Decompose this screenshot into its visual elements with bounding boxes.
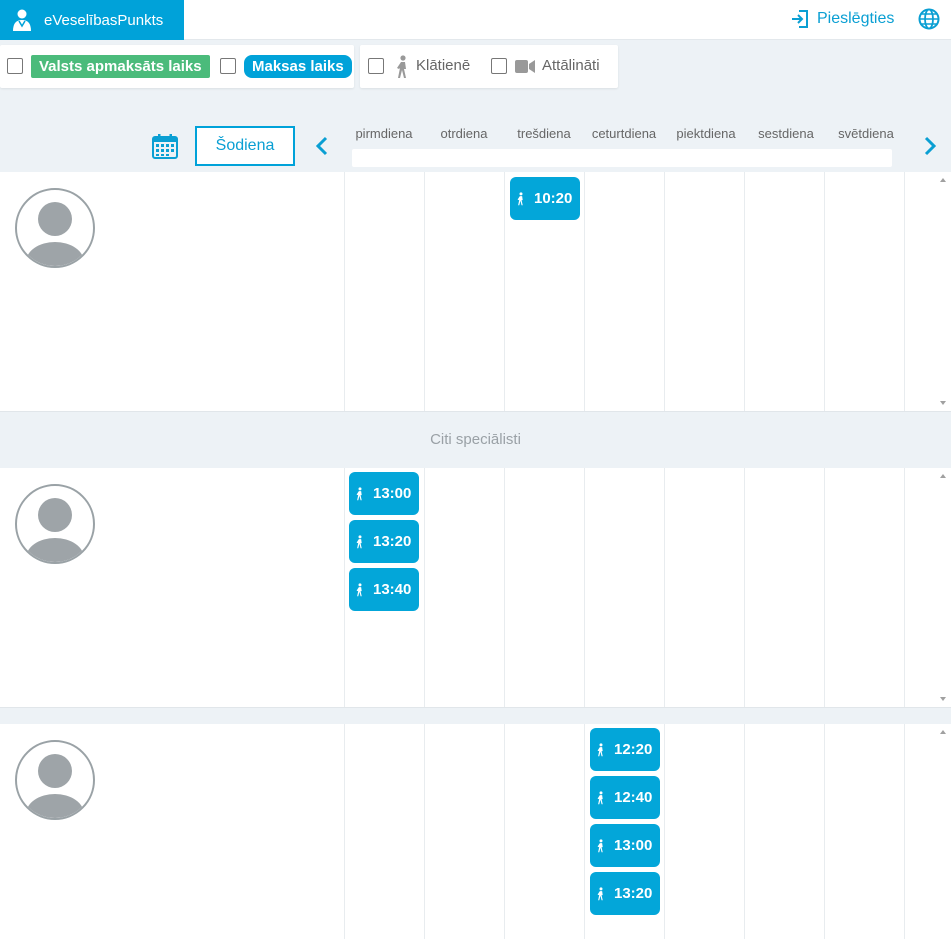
login-icon: [792, 10, 808, 28]
walking-person-icon: [597, 886, 603, 900]
scrollbar[interactable]: [936, 172, 951, 411]
chevron-right-icon[interactable]: [920, 135, 940, 157]
time-slot[interactable]: 13:00: [349, 472, 419, 515]
in-person-label[interactable]: Klātienē: [416, 56, 470, 76]
slot-time: 12:20: [614, 741, 653, 758]
doctor-panel: 10:20: [0, 172, 951, 412]
visit-type-filter-box: Klātienē Attālināti: [360, 45, 618, 88]
walking-person-icon: [517, 191, 523, 205]
day-header-sunday: svētdiena: [838, 126, 894, 141]
login-label: Pieslēgties: [817, 10, 895, 27]
video-camera-icon: [515, 60, 535, 73]
globe-icon[interactable]: [918, 8, 940, 30]
remote-checkbox[interactable]: [491, 58, 507, 74]
walking-person-icon: [597, 838, 603, 852]
paid-checkbox[interactable]: [220, 58, 236, 74]
day-header-friday: piektdiena: [676, 126, 736, 141]
slot-time: 10:20: [534, 190, 573, 207]
walking-person-icon: [356, 486, 362, 500]
brand-name: eVeselībasPunkts: [44, 11, 164, 29]
today-button[interactable]: Šodiena: [195, 126, 295, 166]
in-person-checkbox[interactable]: [368, 58, 384, 74]
day-header-tuesday: otrdiena: [440, 126, 488, 141]
login-link[interactable]: Pieslēgties: [791, 8, 894, 30]
walking-person-icon: [356, 582, 362, 596]
day-header-saturday: sestdiena: [758, 126, 814, 141]
brand-logo[interactable]: eVeselībasPunkts: [0, 0, 184, 40]
slot-time: 13:00: [614, 837, 653, 854]
walking-person-icon: [356, 534, 362, 548]
walking-person-icon: [397, 55, 406, 78]
walking-person-icon: [597, 742, 603, 756]
slot-time: 13:20: [614, 885, 653, 902]
avatar: [15, 188, 95, 268]
state-paid-checkbox[interactable]: [7, 58, 23, 74]
doctor-panel: 12:20 12:40 13:00 13:20: [0, 724, 951, 939]
paid-badge[interactable]: Maksas laiks: [244, 55, 352, 78]
time-slot[interactable]: 13:00: [590, 824, 660, 867]
doctor-icon: [13, 9, 31, 31]
time-slot[interactable]: 13:20: [590, 872, 660, 915]
doctor-panel: 13:00 13:20 13:40: [0, 468, 951, 708]
slot-time: 13:40: [373, 581, 412, 598]
remote-label[interactable]: Attālināti: [542, 56, 600, 76]
payment-filter-box: Valsts apmaksāts laiks Maksas laiks: [0, 45, 354, 88]
time-slot[interactable]: 13:20: [349, 520, 419, 563]
calendar-icon[interactable]: [152, 133, 178, 159]
top-bar: eVeselībasPunkts Pieslēgties: [0, 0, 951, 40]
time-slot[interactable]: 12:20: [590, 728, 660, 771]
scrollbar[interactable]: [936, 724, 951, 939]
state-paid-badge[interactable]: Valsts apmaksāts laiks: [31, 55, 210, 78]
scrollbar[interactable]: [936, 468, 951, 707]
other-specialists-heading: Citi speciālisti: [430, 431, 521, 448]
slot-time: 13:00: [373, 485, 412, 502]
time-slot[interactable]: 10:20: [510, 177, 580, 220]
slot-time: 13:20: [373, 533, 412, 550]
slot-time: 12:40: [614, 789, 653, 806]
time-slot[interactable]: 13:40: [349, 568, 419, 611]
avatar: [15, 484, 95, 564]
avatar: [15, 740, 95, 820]
time-slot[interactable]: 12:40: [590, 776, 660, 819]
day-header-wednesday: trešdiena: [517, 126, 571, 141]
day-header-thursday: ceturtdiena: [591, 126, 657, 141]
day-header-monday: pirmdiena: [355, 126, 413, 141]
chevron-left-icon[interactable]: [312, 135, 332, 157]
walking-person-icon: [597, 790, 603, 804]
date-strip: [352, 149, 892, 167]
